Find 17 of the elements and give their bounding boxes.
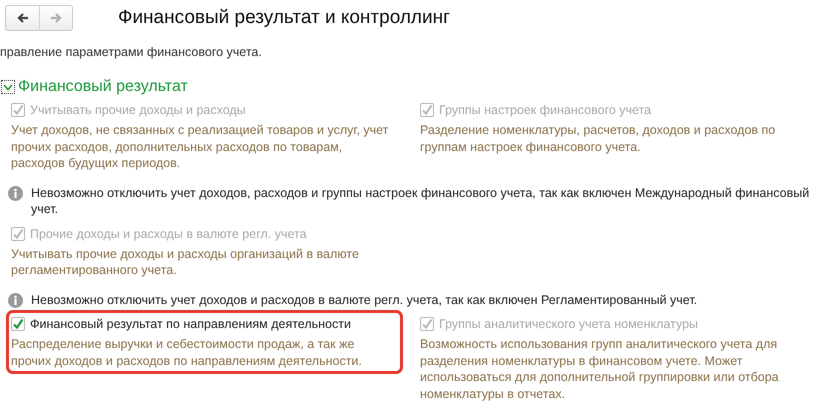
chevron-icon[interactable]	[2, 81, 14, 93]
option-description: Учет доходов, не связанных с реализацией товаров и услуг, учет прочих расходов, дополнительных расходов по товарам, расходов будущих периодов.	[11, 122, 390, 172]
left-arrow-icon	[16, 11, 30, 25]
info-icon	[8, 292, 23, 308]
option-description: Разделение номенклатуры, расчетов, доходов и расходов по группам настроек финансового учета.	[420, 122, 776, 155]
checkbox-label[interactable]: Финансовый результат по направлениям деятельности	[30, 316, 351, 332]
group-title[interactable]: Финансовый результат	[18, 78, 188, 96]
right-arrow-icon	[49, 11, 63, 25]
info-message: Невозможно отключить учет доходов и расходов в валюте регл. учета, так как включен Регламентированный учет.	[31, 292, 698, 308]
option-description: Возможность использования групп аналитического учета для разделения номенклатуры в финансовом учете. Может использоваться для дополнительной группировки или отбора номенклатуры в отчетах.	[420, 336, 780, 402]
page-title: Финансовый результат и контроллинг	[118, 7, 450, 29]
option-description: Распределение выручки и себестоимости продаж, а так же прочих доходов и расходов по направлениям деятельности.	[11, 336, 363, 369]
option-description: Учитывать прочие доходы и расходы организаций в валюте регламентированного учета.	[11, 246, 360, 278]
info-message: Невозможно отключить учет доходов, расходов и группы настроек финансового учета, так как включен Международный финансовый учет.	[31, 184, 810, 218]
page-description: правление параметрами финансового учета.	[0, 45, 263, 59]
checkbox[interactable]	[11, 317, 25, 331]
info-icon	[8, 186, 23, 200]
